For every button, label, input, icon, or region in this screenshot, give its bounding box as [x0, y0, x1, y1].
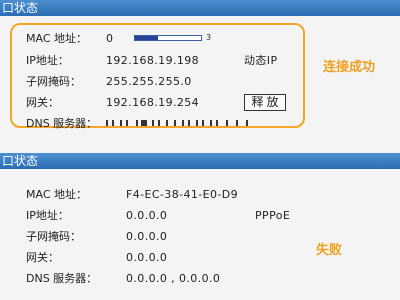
wan-status-screenshot: 口状态 MAC 地址： 0 3 IP地址： 192.168.19.198 动态I… [0, 0, 400, 300]
top-ip-type: 动态IP [244, 54, 278, 67]
bottom-ip-value: 0.0.0.0 [126, 209, 168, 222]
bottom-gateway-value: 0.0.0.0 [126, 251, 168, 264]
bottom-mac-value: F4-EC-38-41-E0-D9 [126, 188, 239, 201]
top-gateway-label: 网关： [26, 96, 59, 109]
bottom-subnet-value: 0.0.0.0 [126, 230, 168, 243]
release-button[interactable]: 释放 [244, 94, 286, 111]
top-section-header: 口状态 [0, 0, 400, 16]
bottom-dns-value: 0.0.0.0 , 0.0.0.0 [126, 272, 221, 285]
top-subnet-label: 子网掩码： [26, 75, 81, 88]
top-gateway-value: 192.168.19.254 [106, 96, 200, 109]
top-progress-fill [135, 36, 159, 40]
bottom-gateway-label: 网关： [26, 251, 59, 264]
bottom-section-header: 口状态 [0, 153, 400, 169]
top-ip-value: 192.168.19.198 [106, 54, 200, 67]
top-subnet-value: 255.255.255.0 [106, 75, 192, 88]
bottom-section-title: 口状态 [2, 154, 39, 168]
top-status-panel: MAC 地址： 0 3 IP地址： 192.168.19.198 动态IP 子网… [0, 16, 400, 150]
bottom-subnet-label: 子网掩码： [26, 230, 81, 243]
bottom-status-panel: MAC 地址： F4-EC-38-41-E0-D9 IP地址： 0.0.0.0 … [0, 169, 400, 300]
bottom-cutoff-text [26, 296, 226, 300]
top-progress-bar [134, 35, 202, 41]
top-mac-label: MAC 地址： [26, 32, 87, 45]
top-progress-end-mark: 3 [206, 33, 212, 42]
top-dns-value-cutoff [106, 120, 248, 126]
bottom-dns-label: DNS 服务器： [26, 272, 98, 285]
top-dns-label: DNS 服务器： [26, 117, 98, 130]
failure-annotation: 失败 [316, 243, 343, 258]
bottom-mac-label: MAC 地址： [26, 188, 87, 201]
success-annotation: 连接成功 [323, 60, 376, 75]
top-section-title: 口状态 [2, 1, 39, 15]
bottom-ip-label: IP地址： [26, 209, 69, 222]
top-ip-label: IP地址： [26, 54, 69, 67]
bottom-cutoff-row [26, 293, 226, 300]
bottom-ip-type: PPPoE [255, 209, 291, 222]
top-mac-value: 0 [106, 32, 114, 45]
